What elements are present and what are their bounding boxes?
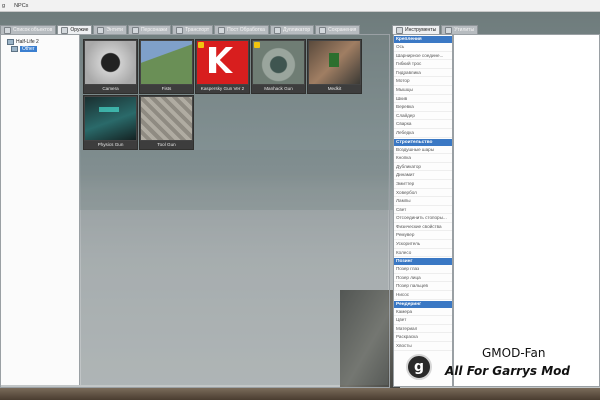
weapon-icon-fists[interactable]: Fists	[139, 39, 194, 94]
folder-icon	[7, 39, 14, 45]
menu-item[interactable]: g	[2, 3, 5, 9]
tab-entities[interactable]: Энтити	[93, 25, 127, 34]
tool-item[interactable]: Эмиттер	[394, 180, 452, 189]
tool-menu-panel: Крепления Ось Шарнирное соедине... Гибки…	[393, 34, 600, 387]
tool-item[interactable]: Камера	[394, 308, 452, 317]
tool-item[interactable]: Нисос	[394, 291, 452, 300]
spawn-menu-panel: Half-Life 2 Other Camera Fists Kaspersky…	[0, 34, 390, 388]
tool-item[interactable]: Воздушные шары	[394, 146, 452, 155]
weapon-icon-medkit[interactable]: Medkit	[307, 39, 362, 94]
utility-icon	[445, 26, 453, 34]
tool-item[interactable]: Кнопка	[394, 154, 452, 163]
save-icon	[319, 26, 327, 34]
tree-node-other[interactable]: Other	[11, 46, 37, 52]
entity-icon	[97, 26, 105, 34]
list-icon	[4, 26, 11, 34]
watermark-title: GMOD-Fan	[482, 346, 546, 360]
category-header[interactable]: Строительство	[394, 138, 452, 146]
tool-item[interactable]: Лампы	[394, 197, 452, 206]
weapon-icon-kaspersky[interactable]: Kaspersky Gun Ver 2	[195, 39, 250, 94]
tab-weapons[interactable]: Оружие	[57, 25, 93, 34]
tab-object-list[interactable]: Список объектов	[0, 25, 57, 34]
tool-item[interactable]: Физические свойства	[394, 223, 452, 232]
wrench-icon	[396, 26, 403, 34]
tool-properties-panel	[453, 34, 600, 387]
tool-item[interactable]: Мотор	[394, 77, 452, 86]
tab-post-processing[interactable]: Пост Обработка	[214, 25, 269, 34]
tool-item[interactable]: Сварка	[394, 120, 452, 129]
weapon-icon-manhack[interactable]: Manhack Gun	[251, 39, 306, 94]
copy-icon	[273, 26, 281, 34]
shield-icon	[254, 42, 260, 48]
manhack-icon	[253, 41, 304, 84]
tool-item[interactable]: Веревка	[394, 103, 452, 112]
camera-icon	[85, 41, 136, 84]
kaspersky-logo-icon	[197, 41, 248, 84]
weapon-icon-toolgun[interactable]: Tool Gun	[139, 95, 194, 150]
tab-vehicles[interactable]: Транспорт	[172, 25, 214, 34]
category-header[interactable]: Позинг	[394, 258, 452, 266]
tab-utilities[interactable]: Утилиты	[441, 25, 479, 34]
tool-item[interactable]: Позер пальцев	[394, 282, 452, 292]
tool-item[interactable]: Гидравлика	[394, 69, 452, 78]
weapon-grid: Camera Fists Kaspersky Gun Ver 2 Manhack…	[81, 35, 388, 385]
tool-item[interactable]: Шарнирное соедине...	[394, 52, 452, 61]
fist-icon	[141, 41, 192, 84]
menu-item[interactable]: NPCs	[14, 3, 28, 9]
tool-list: Крепления Ось Шарнирное соедине... Гибки…	[393, 34, 453, 387]
car-icon	[176, 26, 184, 34]
tool-item[interactable]: Материал	[394, 325, 452, 334]
medkit-icon	[309, 41, 360, 84]
tool-item[interactable]: Отсоединить стопоры...	[394, 214, 452, 223]
tool-item[interactable]: Шкив	[394, 95, 452, 104]
npc-icon	[131, 26, 139, 34]
tool-item[interactable]: Дубликатор	[394, 163, 452, 172]
weapon-icon-camera[interactable]: Camera	[83, 39, 138, 94]
tool-tabs: Инструменты Утилиты	[392, 25, 479, 34]
tool-item[interactable]: Ось	[394, 43, 452, 52]
category-tree: Half-Life 2 Other	[1, 35, 80, 385]
tab-saves[interactable]: Сохранения	[315, 25, 361, 34]
tool-item[interactable]: Раскраска	[394, 333, 452, 342]
weapon-icon	[61, 26, 69, 34]
tool-item[interactable]: Мышцы	[394, 86, 452, 95]
tree-node-hl2[interactable]: Half-Life 2	[7, 39, 39, 45]
tool-item[interactable]: Колесо	[394, 249, 452, 258]
category-header[interactable]: Рендеринг	[394, 300, 452, 308]
tool-item[interactable]: Хвосты	[394, 342, 452, 351]
effect-icon	[218, 26, 226, 34]
tab-duplicator[interactable]: Дупликатор	[269, 25, 315, 34]
physgun-icon	[85, 97, 136, 140]
spawn-tabs: Список объектов Оружие Энтити Персонажи …	[0, 25, 361, 34]
tool-item[interactable]: Ховербол	[394, 189, 452, 198]
tab-npcs[interactable]: Персонажи	[127, 25, 172, 34]
tool-item[interactable]: Ремувер	[394, 231, 452, 241]
tool-item[interactable]: Цвет	[394, 316, 452, 325]
tool-item[interactable]: Позер лица	[394, 274, 452, 283]
gmod-logo-icon: g	[406, 354, 432, 380]
toolgun-icon	[141, 97, 192, 140]
tool-item[interactable]: Ускоритель	[394, 240, 452, 249]
tool-item[interactable]: Гибкий трос	[394, 60, 452, 69]
tool-item[interactable]: Лебедка	[394, 129, 452, 138]
category-header[interactable]: Крепления	[394, 36, 452, 43]
watermark-subtitle: All For Garrys Mod	[445, 364, 570, 378]
tool-item[interactable]: Динамит	[394, 171, 452, 180]
bottom-hud-strip	[0, 388, 600, 400]
tool-item[interactable]: Позер глаз	[394, 265, 452, 274]
tool-item[interactable]: Свет	[394, 206, 452, 215]
shield-icon	[198, 42, 204, 48]
weapon-icon-physgun[interactable]: Physics Gun	[83, 95, 138, 150]
folder-icon	[11, 46, 18, 52]
top-menu-bar: g NPCs	[0, 0, 600, 12]
tab-tools[interactable]: Инструменты	[392, 25, 441, 34]
tool-item[interactable]: Слайдер	[394, 112, 452, 121]
